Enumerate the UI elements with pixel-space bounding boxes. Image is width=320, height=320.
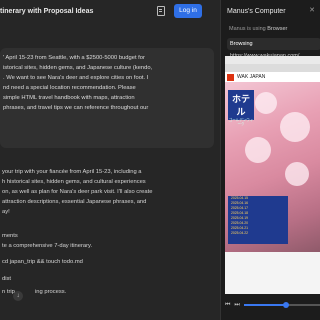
playback-progress [243, 304, 287, 306]
close-icon[interactable]: ✕ [309, 6, 315, 14]
browsing-bar: Browsing https://www.wakujapan.com/... [227, 38, 320, 59]
chat-title: tinerary with Proposal Ideas [0, 7, 94, 15]
tool-name: Browser [267, 26, 288, 32]
browser-screenshot: WAK JAPAN ホテル ゴールデンウィーク 2025.04.15 2025.… [225, 56, 320, 294]
hotel-subtitle: ゴールデンウィーク [228, 118, 254, 126]
hotel-title: ホテル [231, 94, 250, 117]
document-icon[interactable] [157, 6, 165, 16]
browser-tab-bar [225, 56, 320, 64]
skip-back-icon[interactable]: ⏮ [225, 302, 230, 309]
playback-track[interactable] [243, 302, 320, 308]
site-logo-icon [227, 73, 234, 81]
assistant-message-line: your trip with your fiancée from April 1… [2, 169, 142, 175]
notice-box: 2025.04.15 2025.04.16 2025.04.17 2025.04… [228, 196, 288, 244]
task-heading[interactable]: ments [2, 232, 18, 242]
site-name: WAK JAPAN [237, 74, 266, 80]
task-note: te a comprehensive 7-day itinerary. [2, 243, 93, 249]
login-button[interactable]: Log in [174, 4, 202, 18]
user-message: ' April 15-23 from Seattle, with a $2500… [0, 48, 214, 148]
playback-knob[interactable] [283, 302, 290, 308]
assistant-message-line: h historical sites, hidden gems, and cul… [2, 179, 146, 185]
blossom-shape [245, 137, 271, 163]
user-message-line: . We want to see Nara's deer and explore… [3, 75, 149, 81]
user-message-line: ' April 15-23 from Seattle, with a $2500… [3, 55, 145, 61]
skip-forward-icon[interactable]: ⏭ [234, 302, 239, 309]
site-header: WAK JAPAN [225, 72, 320, 82]
user-message-line: phrases, and travel tips we can referenc… [3, 105, 149, 111]
task-command: cd japan_trip && touch todo.md [2, 259, 83, 265]
computer-panel-title: Manus's Computer [227, 8, 286, 15]
browsing-label: Browsing [230, 41, 253, 47]
tool-status-prefix: Manus is using [229, 26, 266, 32]
task-status-suffix: ing process. [35, 289, 67, 295]
computer-panel: Manus's Computer ✕ Manus is using Browse… [220, 0, 320, 320]
assistant-message-line: on, as well as plan for Nara's deer park… [2, 189, 153, 195]
playback-bar: ⏮ ⏭ [225, 298, 320, 312]
task-subheading[interactable]: dist [2, 275, 11, 285]
arrow-down-icon: ↓ [16, 293, 20, 299]
blossom-shape [280, 112, 310, 142]
assistant-message-line: ay! [2, 209, 10, 215]
user-message-line: simple HTML travel handbook with maps, a… [3, 95, 135, 101]
hotel-banner: ホテル ゴールデンウィーク [228, 90, 254, 126]
scroll-down-button[interactable]: ↓ [13, 291, 23, 301]
user-message-line: nd need a special location recommendatio… [3, 85, 136, 91]
tool-status: Manus is using Browser [229, 26, 287, 32]
user-message-line: istorical sites, hidden gems, and Japane… [3, 65, 153, 71]
browser-address-bar [225, 64, 320, 72]
assistant-message-line: attraction descriptions, essential Japan… [2, 199, 147, 205]
notice-row: 2025.04.22 [231, 231, 248, 235]
hero-image: ホテル ゴールデンウィーク 2025.04.15 2025.04.16 2025… [225, 82, 320, 252]
blossom-shape [255, 92, 277, 114]
blossom-shape [285, 162, 309, 186]
chat-panel: tinerary with Proposal Ideas Log in ' Ap… [0, 0, 220, 320]
